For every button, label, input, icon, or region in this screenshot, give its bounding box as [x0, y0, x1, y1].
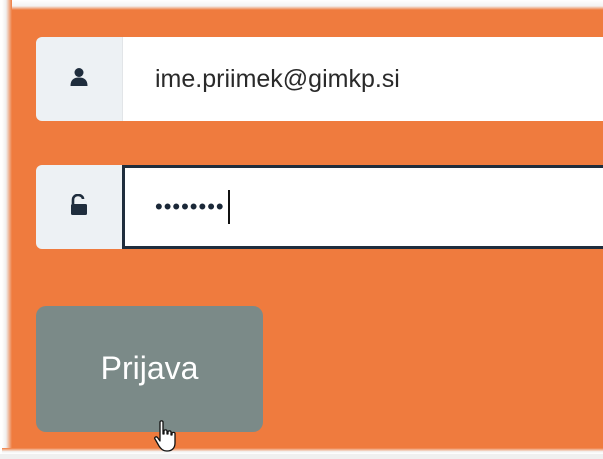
login-panel: ime.priimek@gimkp.si •••••••• Prijava	[0, 0, 603, 454]
password-addon	[36, 165, 122, 249]
password-input-group: ••••••••	[36, 165, 603, 249]
unlock-icon	[69, 193, 89, 221]
text-caret	[227, 190, 230, 224]
password-masked-value: ••••••••	[155, 194, 225, 219]
window-frame-bottom	[2, 448, 603, 454]
login-button[interactable]: Prijava	[36, 306, 263, 432]
username-addon	[36, 37, 122, 121]
password-field[interactable]: ••••••••	[122, 165, 603, 249]
username-input-group: ime.priimek@gimkp.si	[36, 37, 603, 121]
username-value: ime.priimek@gimkp.si	[155, 64, 400, 93]
window-frame-top	[2, 0, 603, 10]
username-field[interactable]: ime.priimek@gimkp.si	[122, 37, 603, 121]
window-frame-left	[2, 0, 12, 454]
hand-pointer-icon	[154, 420, 184, 459]
user-icon	[69, 67, 89, 92]
